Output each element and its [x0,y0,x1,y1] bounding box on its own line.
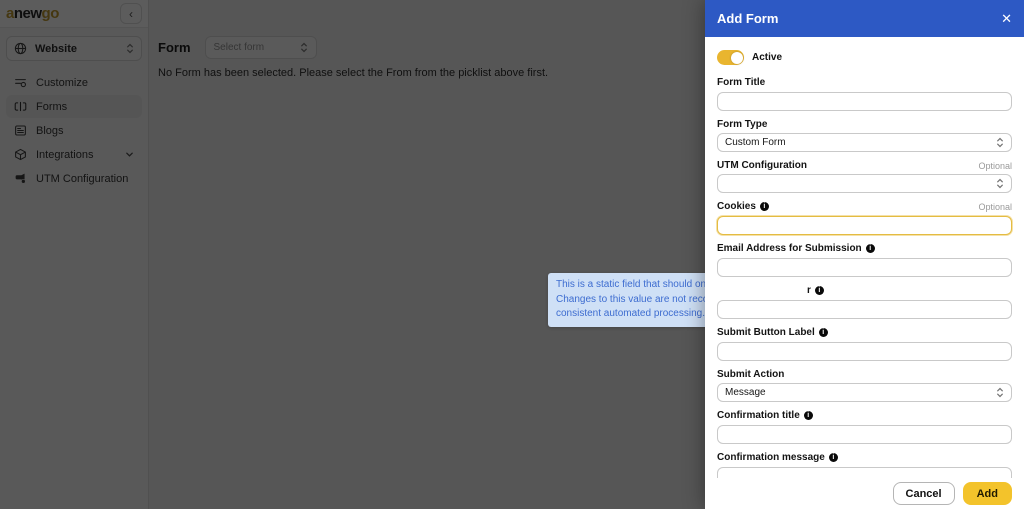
field-cookies: Cookies i Optional [717,201,1012,235]
toggle-knob [731,52,743,64]
field-form-title: Form Title [717,77,1012,111]
modal-body: Active Form Title Form Type Custom Form [705,37,1024,509]
form-title-label: Form Title [717,77,765,88]
field-static-identifier: r i [717,285,1012,319]
active-toggle[interactable] [717,50,744,65]
close-icon[interactable]: ✕ [1001,12,1012,25]
form-type-select[interactable]: Custom Form [717,133,1012,152]
add-form-modal: Add Form ✕ Active Form Title Form Type C… [705,0,1024,509]
optional-badge: Optional [978,161,1012,171]
cookies-input[interactable] [717,216,1012,235]
submit-button-label-input[interactable] [717,342,1012,361]
field-submit-button-label: Submit Button Label i [717,327,1012,361]
submit-button-label-label: Submit Button Label [717,327,815,338]
form-type-label: Form Type [717,119,767,130]
static-identifier-label-fragment: r [807,285,811,296]
info-icon[interactable]: i [829,453,838,462]
modal-footer: Cancel Add [705,478,1024,509]
field-confirmation-title: Confirmation title i [717,410,1012,444]
utm-configuration-label: UTM Configuration [717,160,807,171]
modal-header: Add Form ✕ [705,0,1024,37]
optional-badge: Optional [978,202,1012,212]
form-title-input[interactable] [717,92,1012,111]
select-chevrons-icon [996,387,1004,398]
submit-action-label: Submit Action [717,369,784,380]
cancel-button[interactable]: Cancel [893,482,955,505]
confirmation-title-label: Confirmation title [717,410,800,421]
email-address-input[interactable] [717,258,1012,277]
submit-action-select[interactable]: Message [717,383,1012,402]
email-address-label: Email Address for Submission [717,243,862,254]
info-icon[interactable]: i [804,411,813,420]
submit-action-value: Message [725,387,766,398]
info-icon[interactable]: i [815,286,824,295]
confirmation-title-input[interactable] [717,425,1012,444]
utm-configuration-select[interactable] [717,174,1012,193]
field-email-address: Email Address for Submission i [717,243,1012,277]
modal-title: Add Form [717,11,778,26]
select-chevrons-icon [996,178,1004,189]
field-submit-action: Submit Action Message [717,369,1012,402]
select-chevrons-icon [996,137,1004,148]
form-type-value: Custom Form [725,137,786,148]
active-toggle-label: Active [752,52,782,63]
confirmation-message-label: Confirmation message [717,452,825,463]
info-icon[interactable]: i [866,244,875,253]
field-utm-configuration: UTM Configuration Optional [717,160,1012,193]
info-icon[interactable]: i [819,328,828,337]
info-icon[interactable]: i [760,202,769,211]
cookies-label: Cookies [717,201,756,212]
add-button[interactable]: Add [963,482,1012,505]
static-identifier-input[interactable] [717,300,1012,319]
field-form-type: Form Type Custom Form [717,119,1012,152]
